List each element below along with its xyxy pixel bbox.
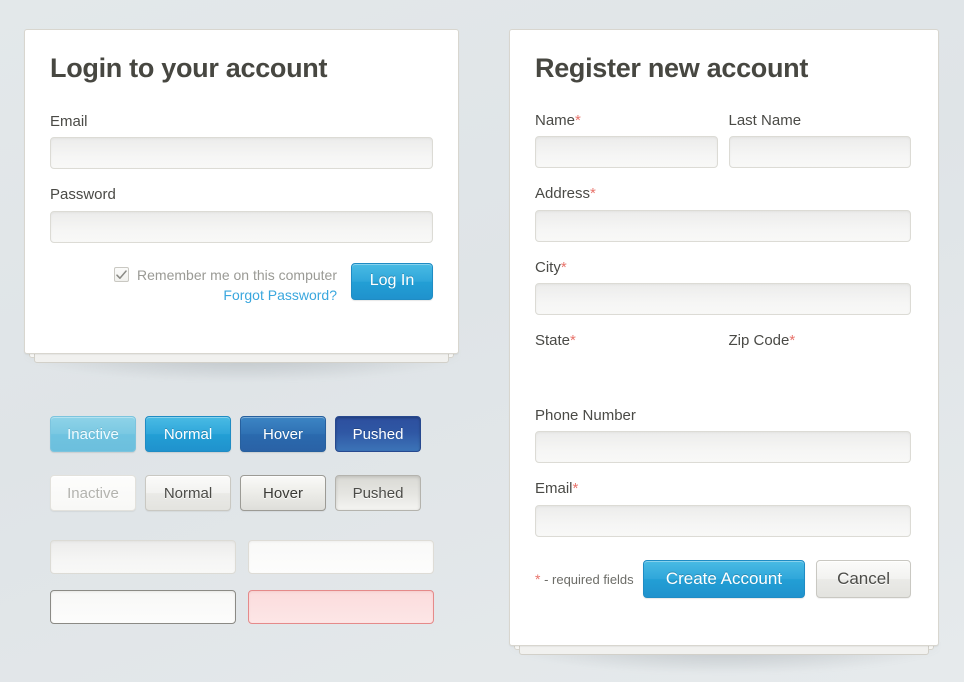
login-options: Remember me on this computer Forgot Pass… (114, 263, 337, 303)
login-email-label: Email (50, 112, 88, 130)
gray-button-hover[interactable]: Hover (240, 475, 326, 511)
blue-button-row: Inactive Normal Hover Pushed (50, 416, 440, 452)
register-city-input[interactable] (535, 283, 911, 316)
forgot-password-link[interactable]: Forgot Password? (223, 287, 337, 303)
register-address-input[interactable] (535, 209, 911, 242)
cancel-button[interactable]: Cancel (816, 559, 911, 598)
register-email-group: Email* (535, 480, 911, 537)
blue-button-hover[interactable]: Hover (240, 416, 326, 452)
blue-button-inactive: Inactive (50, 416, 136, 452)
gray-button-normal[interactable]: Normal (145, 475, 231, 511)
login-title: Login to your account (50, 53, 328, 83)
gray-button-pushed[interactable]: Pushed (335, 475, 421, 511)
register-card-shadow (511, 642, 938, 672)
register-name-row: Name* Last Name (535, 111, 911, 169)
register-address-group: Address* (535, 185, 911, 242)
login-actions: Remember me on this computer Forgot Pass… (50, 262, 433, 303)
register-zip-label: Zip Code* (728, 332, 796, 350)
register-email-input[interactable] (535, 504, 911, 537)
input-swatch-normal[interactable] (248, 540, 434, 574)
create-account-button[interactable]: Create Account (642, 559, 806, 598)
register-phone-label: Phone Number (535, 406, 636, 424)
register-state-input-placeholder (535, 357, 718, 390)
button-swatches: Inactive Normal Hover Pushed Inactive No… (50, 416, 440, 534)
required-asterisk: * (575, 111, 581, 129)
register-name-label: Name* (535, 111, 581, 129)
gray-button-inactive: Inactive (50, 475, 136, 511)
login-email-input[interactable] (50, 137, 433, 170)
register-zip-group: Zip Code* (728, 332, 912, 390)
register-lastname-group: Last Name (728, 111, 911, 169)
gray-button-row: Inactive Normal Hover Pushed (50, 475, 440, 511)
register-name-input[interactable] (535, 136, 718, 169)
register-city-group: City* (535, 258, 911, 316)
login-password-input[interactable] (50, 210, 433, 243)
blue-button-normal[interactable]: Normal (145, 416, 231, 452)
register-phone-group: Phone Number (535, 406, 911, 464)
register-city-label: City* (535, 258, 567, 276)
register-state-label: State* (535, 332, 576, 350)
register-title: Register new account (535, 53, 809, 83)
remember-me-label: Remember me on this computer (137, 266, 337, 283)
register-card: Register new account Name* Last Name Add… (509, 29, 939, 655)
input-swatch-disabled (50, 540, 236, 574)
register-zip-input-placeholder (729, 357, 912, 390)
required-asterisk: * (560, 258, 567, 276)
required-asterisk: * (572, 480, 579, 498)
register-lastname-input[interactable] (728, 136, 911, 169)
input-swatch-error[interactable] (248, 590, 434, 624)
login-password-label: Password (50, 186, 116, 204)
register-phone-input[interactable] (535, 431, 911, 464)
required-fields-note: * - required fields (535, 570, 634, 587)
register-footer: * - required fields Create Account Cance… (535, 559, 911, 598)
register-state-group: State* (535, 332, 718, 390)
blue-button-pushed[interactable]: Pushed (335, 416, 421, 452)
register-address-label: Address* (535, 185, 596, 203)
page-root: Login to your account Email Password Rem… (0, 0, 964, 682)
required-asterisk: * (570, 332, 576, 350)
remember-me-checkbox[interactable] (114, 267, 130, 283)
register-email-label: Email* (535, 480, 579, 498)
login-password-field-group: Password (50, 187, 433, 243)
remember-me-row[interactable]: Remember me on this computer (114, 267, 337, 283)
required-asterisk: * (590, 185, 596, 203)
register-lastname-label: Last Name (728, 111, 802, 129)
required-asterisk: * (789, 332, 796, 350)
register-state-zip-row: State* Zip Code* (535, 332, 912, 390)
login-button[interactable]: Log In (351, 262, 433, 300)
login-card: Login to your account Email Password Rem… (24, 29, 459, 363)
register-name-group: Name* (535, 111, 718, 169)
login-email-field-group: Email (50, 112, 433, 170)
login-card-shadow (26, 350, 458, 380)
input-swatches (50, 540, 434, 624)
input-swatch-focus[interactable] (50, 590, 236, 624)
